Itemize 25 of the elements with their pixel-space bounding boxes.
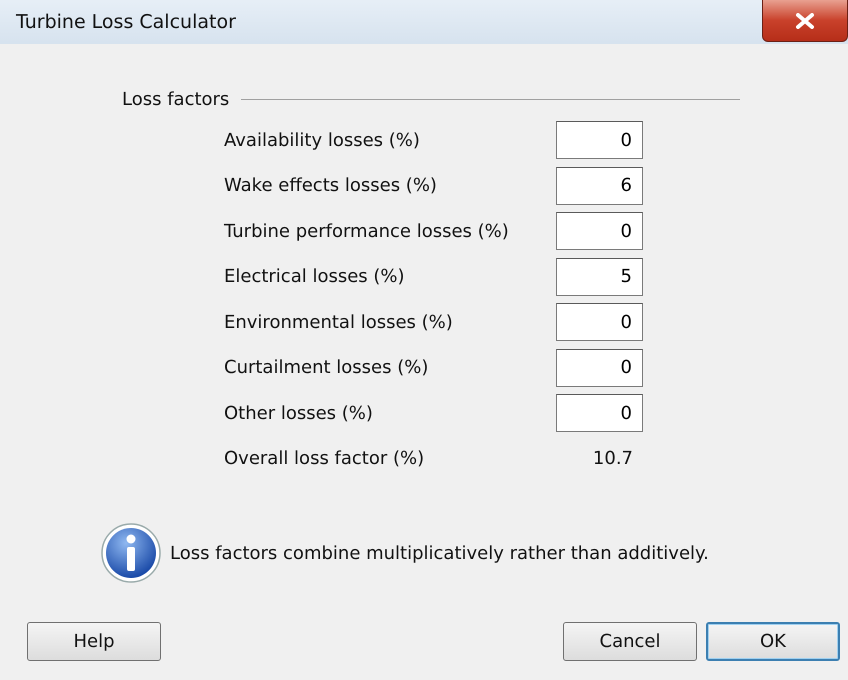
dialog-button[interactable]: OK bbox=[706, 622, 840, 661]
dialog-button[interactable]: Cancel bbox=[563, 622, 697, 661]
input-field[interactable]: 6 bbox=[556, 166, 643, 205]
input-field[interactable]: 0 bbox=[556, 212, 643, 250]
info-icon bbox=[100, 522, 162, 584]
field-label: Curtailment losses (%) bbox=[224, 356, 430, 380]
field-label: Wake effects losses (%) bbox=[224, 174, 438, 198]
input-field[interactable]: 0 bbox=[556, 121, 643, 160]
group-label: Loss factors bbox=[122, 88, 230, 112]
window-title: Turbine Loss Calculator bbox=[16, 10, 236, 35]
close-button[interactable] bbox=[762, 0, 848, 42]
input-field[interactable]: 5 bbox=[556, 258, 643, 296]
dialog-button[interactable]: Help bbox=[27, 622, 161, 661]
close-icon bbox=[795, 12, 815, 28]
input-field[interactable]: 0 bbox=[556, 394, 643, 432]
field-label: Electrical losses (%) bbox=[224, 265, 406, 290]
input-field[interactable]: 0 bbox=[556, 348, 643, 387]
result-label: Overall loss factor (%) bbox=[224, 447, 426, 472]
field-label: Availability losses (%) bbox=[224, 128, 421, 153]
info-message: Loss factors combine multiplicatively rather than additively. bbox=[170, 542, 709, 566]
field-label: Turbine performance losses (%) bbox=[224, 220, 510, 244]
input-field[interactable]: 0 bbox=[556, 303, 643, 342]
field-label: Other losses (%) bbox=[224, 402, 374, 426]
field-label: Environmental losses (%) bbox=[224, 310, 454, 335]
result-value: 10.7 bbox=[592, 447, 633, 472]
